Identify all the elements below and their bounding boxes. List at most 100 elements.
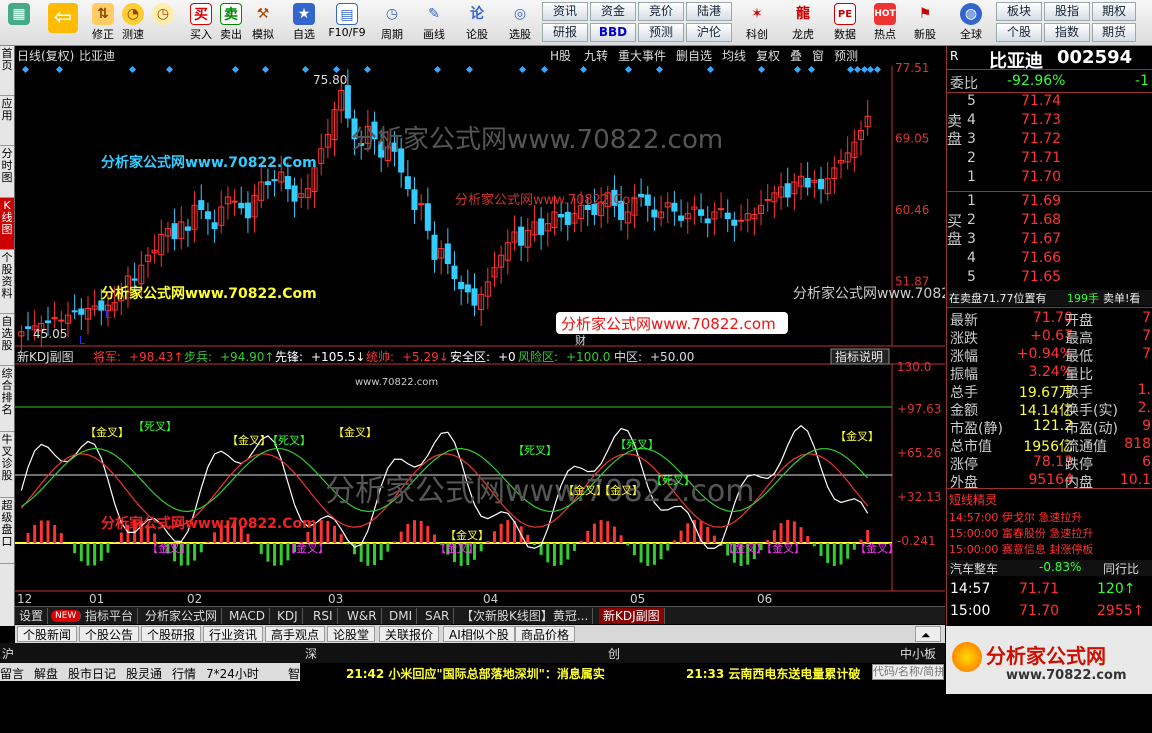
tab-rsi[interactable]: RSI: [309, 608, 338, 624]
tab-stock-notice[interactable]: 个股公告: [79, 626, 139, 642]
status-item[interactable]: 解盘: [34, 665, 58, 682]
tab-diagnosis[interactable]: 牛叉诊股: [0, 432, 14, 498]
data-button[interactable]: PE数据: [828, 2, 862, 44]
tab-intraday[interactable]: 分时图: [0, 146, 14, 198]
tab-dmi[interactable]: DMI: [385, 608, 417, 624]
collapse-icon[interactable]: ⏶: [915, 626, 941, 642]
options-button[interactable]: 期权: [1092, 2, 1136, 21]
sell-price[interactable]: 71.70: [1021, 169, 1061, 185]
status-item[interactable]: 行情: [172, 665, 196, 682]
draw-line-button[interactable]: ✎画线: [414, 2, 454, 44]
discuss-button[interactable]: 论论股: [458, 2, 496, 44]
news-ticker-1[interactable]: 21:42 小米回应"国际总部落地深圳"：消息属实: [346, 665, 605, 682]
news-ticker-2[interactable]: 21:33 云南西电东送电量累计破: [686, 665, 866, 682]
tab-wr[interactable]: W&R: [343, 608, 382, 624]
index-futures-button[interactable]: 股指: [1044, 2, 1090, 21]
buy-price[interactable]: 71.69: [1021, 193, 1061, 209]
tab-related-quotes[interactable]: 关联报价: [379, 626, 439, 642]
shanghai-london-button[interactable]: 沪伦: [686, 23, 732, 42]
bbd-button[interactable]: BBD: [590, 23, 636, 42]
buy-price[interactable]: 71.68: [1021, 212, 1061, 228]
chart-menu-7[interactable]: 窗: [812, 49, 824, 63]
hot-button[interactable]: HOT热点: [868, 2, 902, 44]
tab-settings[interactable]: 设置: [15, 608, 48, 624]
tab-new-stock-kline[interactable]: 【次新股K线图】黄冠...: [457, 608, 593, 624]
chart-menu-0[interactable]: H股: [550, 49, 571, 63]
tab-industry-news[interactable]: 行业资讯: [203, 626, 263, 642]
news-button[interactable]: 资讯: [542, 2, 588, 21]
dragon-tiger-button[interactable]: 龍龙虎: [786, 2, 820, 44]
sell-button[interactable]: 卖卖出: [214, 2, 248, 44]
elf-stock[interactable]: 伊戈尔: [1002, 511, 1035, 524]
tab-stock-research[interactable]: 个股研报: [141, 626, 201, 642]
tab-kline[interactable]: K线图: [0, 198, 14, 250]
futures-button[interactable]: 期货: [1092, 23, 1136, 42]
chart-menu-2[interactable]: 重大事件: [618, 49, 666, 63]
chart-menu-4[interactable]: 均线: [722, 49, 746, 63]
index-sz[interactable]: 深: [305, 645, 317, 662]
index-cy[interactable]: 创: [608, 645, 620, 662]
global-button[interactable]: ◍全球: [954, 2, 988, 44]
tab-stock-news[interactable]: 个股新闻: [17, 626, 77, 642]
status-item[interactable]: 留言: [0, 665, 24, 682]
grid-menu-button[interactable]: ▦: [2, 2, 36, 44]
star-market-button[interactable]: ✶科创: [740, 2, 774, 44]
code-search-input[interactable]: [872, 664, 944, 680]
forecast-button[interactable]: 预测: [638, 23, 684, 42]
tab-apps[interactable]: 应用: [0, 96, 14, 146]
tab-watchlist[interactable]: 自选股: [0, 314, 14, 366]
kline-chart[interactable]: 日线(复权) 比亚迪 H股九转重大事件删自选均线复权叠窗预测 77.5169.0…: [15, 46, 945, 606]
status-item[interactable]: 智能助手: [288, 665, 300, 733]
chart-menu-5[interactable]: 复权: [756, 49, 780, 63]
stock-pick-button[interactable]: ◎选股: [500, 2, 540, 44]
status-item[interactable]: 7*24小时: [206, 665, 259, 682]
sell-price[interactable]: 71.73: [1021, 112, 1061, 128]
sector-button[interactable]: 板块: [996, 2, 1042, 21]
chart-menu-8[interactable]: 预测: [834, 49, 858, 63]
tab-commodity[interactable]: 商品价格: [515, 626, 575, 642]
hk-connect-button[interactable]: 陆港: [686, 2, 732, 21]
sell-price[interactable]: 71.74: [1021, 93, 1061, 109]
sector-name[interactable]: 汽车整车: [950, 560, 998, 577]
chart-menu-3[interactable]: 删自选: [676, 49, 712, 63]
update-button[interactable]: ⇅修正: [86, 2, 120, 44]
simulate-button[interactable]: ⚒模拟: [246, 2, 280, 44]
tab-super-quote[interactable]: 超级盘口: [0, 498, 14, 564]
speed-test-button[interactable]: ◔测速: [116, 2, 150, 44]
back-button[interactable]: ⇦: [44, 2, 82, 44]
tab-stock-info[interactable]: 个股资料: [0, 250, 14, 314]
tab-ranking[interactable]: 综合排名: [0, 366, 14, 432]
period-button[interactable]: ◷周期: [372, 2, 412, 44]
tab-expert-views[interactable]: 高手观点: [265, 626, 325, 642]
f10-button[interactable]: ▤F10/F9: [326, 2, 368, 44]
index-sme[interactable]: 中小板: [900, 645, 936, 662]
index-sh[interactable]: 沪: [2, 645, 14, 662]
tab-macd[interactable]: MACD: [225, 608, 270, 624]
elf-stock[interactable]: 富春股份: [1002, 527, 1046, 540]
elf-stock[interactable]: 赛意信息: [1002, 543, 1046, 556]
watchlist-button[interactable]: ★自选: [284, 2, 324, 44]
sector-tail[interactable]: 同行比: [1103, 560, 1139, 577]
status-item[interactable]: 股市日记: [68, 665, 116, 682]
buy-price[interactable]: 71.66: [1021, 250, 1061, 266]
buy-price[interactable]: 71.65: [1021, 269, 1061, 285]
sell-price[interactable]: 71.71: [1021, 150, 1061, 166]
tab-formula-site[interactable]: 分析家公式网: [141, 608, 222, 624]
new-stock-button[interactable]: ⚑新股: [908, 2, 942, 44]
sell-price[interactable]: 71.72: [1021, 131, 1061, 147]
index-button[interactable]: 指数: [1044, 23, 1090, 42]
tab-new-kdj[interactable]: 新KDJ副图: [599, 608, 665, 624]
chart-menu-6[interactable]: 叠: [790, 49, 802, 63]
auction-button[interactable]: 竞价: [638, 2, 684, 21]
single-stock-button[interactable]: 个股: [996, 23, 1042, 42]
chart-menu-1[interactable]: 九转: [584, 48, 608, 63]
clock-button[interactable]: ◷测速: [146, 2, 180, 44]
buy-button[interactable]: 买买入: [184, 2, 218, 44]
tab-ai-similar[interactable]: AI相似个股: [443, 626, 515, 642]
fund-button[interactable]: 资金: [590, 2, 636, 21]
tab-kdj[interactable]: KDJ: [273, 608, 303, 624]
status-item[interactable]: 股灵通: [126, 665, 162, 682]
tab-indicator-platform[interactable]: 指标平台: [81, 608, 138, 624]
buy-price[interactable]: 71.67: [1021, 231, 1061, 247]
tab-home[interactable]: 首页: [0, 46, 14, 96]
